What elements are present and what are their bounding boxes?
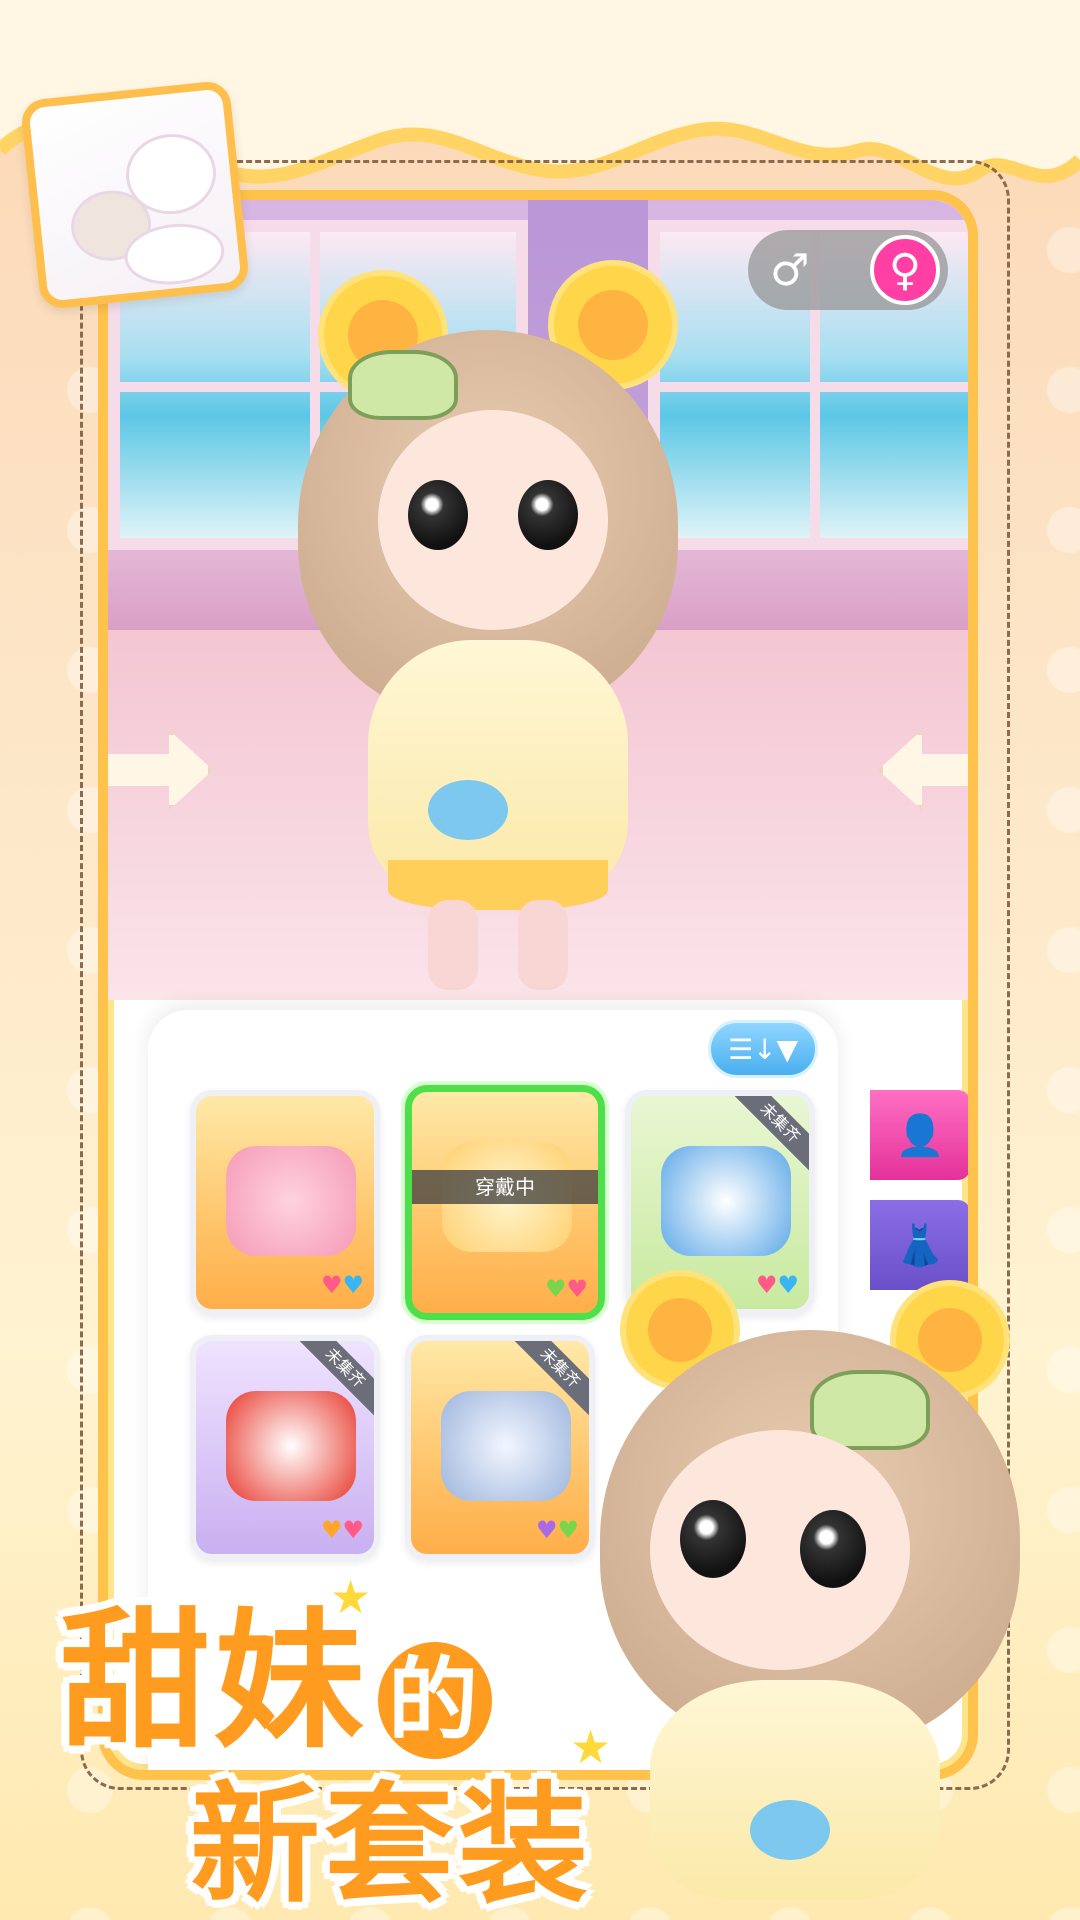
tab-character[interactable]: 👤 xyxy=(870,1090,968,1180)
room-scene: ♂ ♀ xyxy=(108,200,968,1000)
item-pack-image xyxy=(19,79,251,311)
wearing-label: 穿戴中 xyxy=(412,1170,598,1204)
outfit-card[interactable]: 未集齐 ♥♥ xyxy=(190,1335,380,1560)
person-icon: 👤 xyxy=(895,1112,945,1159)
sort-button[interactable]: ☰↓▼ xyxy=(708,1020,818,1078)
female-icon[interactable]: ♀ xyxy=(870,235,940,305)
gender-toggle[interactable]: ♂ ♀ xyxy=(748,230,948,310)
character-preview[interactable] xyxy=(258,260,718,990)
male-icon[interactable]: ♂ xyxy=(770,245,809,296)
headline-line2: 新套装 xyxy=(190,1769,593,1920)
outfit-card[interactable]: ♥♥ xyxy=(190,1090,380,1315)
outfit-card[interactable]: 未集齐 ♥♥ xyxy=(405,1335,595,1560)
character-promo xyxy=(600,1260,1040,1920)
outfit-card-selected[interactable]: 穿戴中 ♥♥ xyxy=(405,1085,605,1320)
